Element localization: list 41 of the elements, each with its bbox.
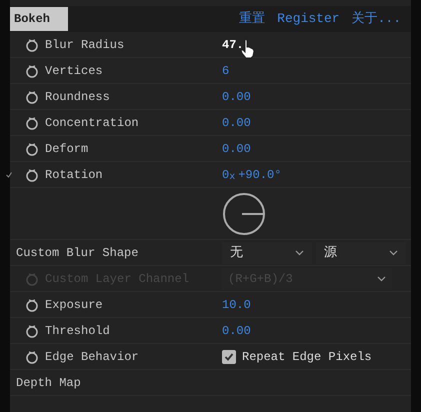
stopwatch-icon[interactable] — [25, 324, 39, 338]
caret-icon — [295, 250, 304, 256]
header-link[interactable]: 关于... — [352, 9, 401, 29]
param-label: Edge Behavior — [45, 348, 139, 366]
header-link[interactable]: 重置 — [239, 9, 266, 29]
value-field[interactable]: 0.00 — [222, 322, 251, 340]
param-label: Deform — [45, 140, 88, 158]
stopwatch-icon[interactable] — [25, 64, 39, 78]
header-link[interactable]: Register — [277, 9, 340, 29]
value-field[interactable]: 0.00 — [222, 114, 251, 132]
expand-tick-icon[interactable] — [6, 172, 12, 178]
stopwatch-icon[interactable] — [25, 298, 39, 312]
param-label: Roundness — [45, 88, 110, 106]
checkbox[interactable] — [222, 350, 236, 364]
caret-icon — [377, 276, 386, 282]
param-label: Vertices — [45, 62, 103, 80]
param-label: Threshold — [45, 322, 110, 340]
value-field[interactable]: 10.0 — [222, 296, 251, 314]
value-field[interactable]: 0.00 — [222, 88, 251, 106]
stopwatch-icon[interactable] — [25, 142, 39, 156]
angle-dial[interactable] — [222, 192, 266, 236]
value-field[interactable]: 6 — [222, 62, 230, 80]
param-label: Exposure — [45, 296, 103, 314]
stopwatch-icon[interactable] — [25, 350, 39, 364]
checkbox-label: Repeat Edge Pixels — [242, 348, 372, 366]
caret-icon — [389, 250, 398, 256]
revolutions-value[interactable]: 0 — [222, 166, 230, 184]
angle-value[interactable]: +90.0° — [238, 166, 282, 184]
param-label: Concentration — [45, 114, 139, 132]
param-label: Depth Map — [16, 376, 81, 390]
value-field[interactable]: 47. — [222, 36, 244, 54]
param-label: Custom Blur Shape — [16, 246, 138, 260]
effect-title[interactable]: Bokeh — [10, 7, 68, 31]
unit-label: x — [229, 171, 236, 185]
stopwatch-icon[interactable] — [25, 168, 39, 182]
stopwatch-icon[interactable] — [25, 38, 39, 52]
value-field[interactable]: 0.00 — [222, 140, 251, 158]
stopwatch-icon[interactable] — [25, 116, 39, 130]
param-label: Blur Radius — [45, 36, 124, 54]
param-label: Rotation — [45, 166, 103, 184]
stopwatch-icon[interactable] — [25, 90, 39, 104]
